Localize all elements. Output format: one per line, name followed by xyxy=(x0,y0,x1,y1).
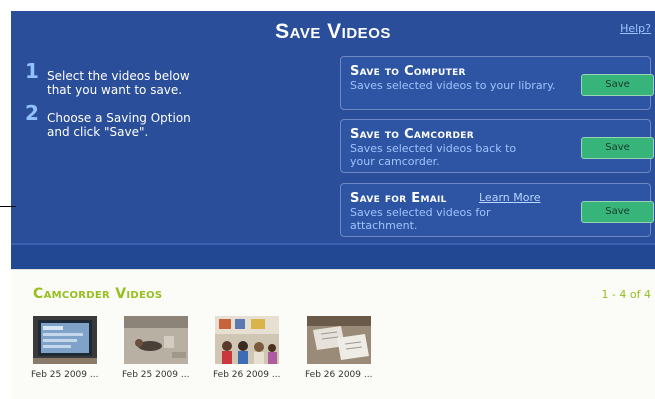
video-caption: Feb 25 2009 ... xyxy=(122,370,190,380)
left-divider-line xyxy=(0,206,16,207)
save-for-email-option: Save for Email Learn More Saves selected… xyxy=(340,183,654,237)
laptop-thumbnail-image xyxy=(33,316,97,364)
option-title: Save to Camcorder xyxy=(350,127,474,142)
help-link[interactable]: Help? xyxy=(620,22,651,35)
video-caption: Feb 25 2009 ... xyxy=(31,370,99,380)
option-description: Saves selected videos back to your camco… xyxy=(350,142,517,168)
camcorder-videos-section: Camcorder Videos 1 - 4 of 4 Feb 25 2009 … xyxy=(11,269,655,399)
divider-band xyxy=(11,243,655,269)
save-to-computer-option: Save to Computer Saves selected videos t… xyxy=(340,56,654,110)
option-title: Save for Email xyxy=(350,191,447,206)
papers-thumbnail-image xyxy=(307,316,371,364)
step-number: 2 xyxy=(25,101,39,125)
step-text: Select the videos below that you want to… xyxy=(47,69,190,97)
video-caption: Feb 26 2009 ... xyxy=(213,370,281,380)
section-title: Camcorder Videos xyxy=(33,286,163,302)
video-thumbnail[interactable] xyxy=(215,316,279,364)
video-thumbnail[interactable] xyxy=(124,316,188,364)
item-count: 1 - 4 of 4 xyxy=(601,288,651,301)
video-thumbnail[interactable] xyxy=(33,316,97,364)
save-for-email-button[interactable]: Save xyxy=(581,201,654,223)
option-description: Saves selected videos for attachment. xyxy=(350,206,491,232)
option-title: Save to Computer xyxy=(350,64,466,79)
classroom-floor-thumbnail-image xyxy=(124,316,188,364)
step-text: Choose a Saving Option and click "Save". xyxy=(47,111,191,139)
video-caption: Feb 26 2009 ... xyxy=(305,370,373,380)
save-options-panel: Save Videos Help? 1 Select the videos be… xyxy=(11,11,655,243)
learn-more-link[interactable]: Learn More xyxy=(479,191,541,204)
classroom-group-thumbnail-image xyxy=(215,316,279,364)
save-to-camcorder-button[interactable]: Save xyxy=(581,137,654,159)
step-number: 1 xyxy=(25,59,39,83)
save-to-camcorder-option: Save to Camcorder Saves selected videos … xyxy=(340,119,654,173)
video-thumbnail[interactable] xyxy=(307,316,371,364)
save-to-computer-button[interactable]: Save xyxy=(581,74,654,96)
option-description: Saves selected videos to your library. xyxy=(350,79,556,92)
page-title: Save Videos xyxy=(275,20,391,43)
